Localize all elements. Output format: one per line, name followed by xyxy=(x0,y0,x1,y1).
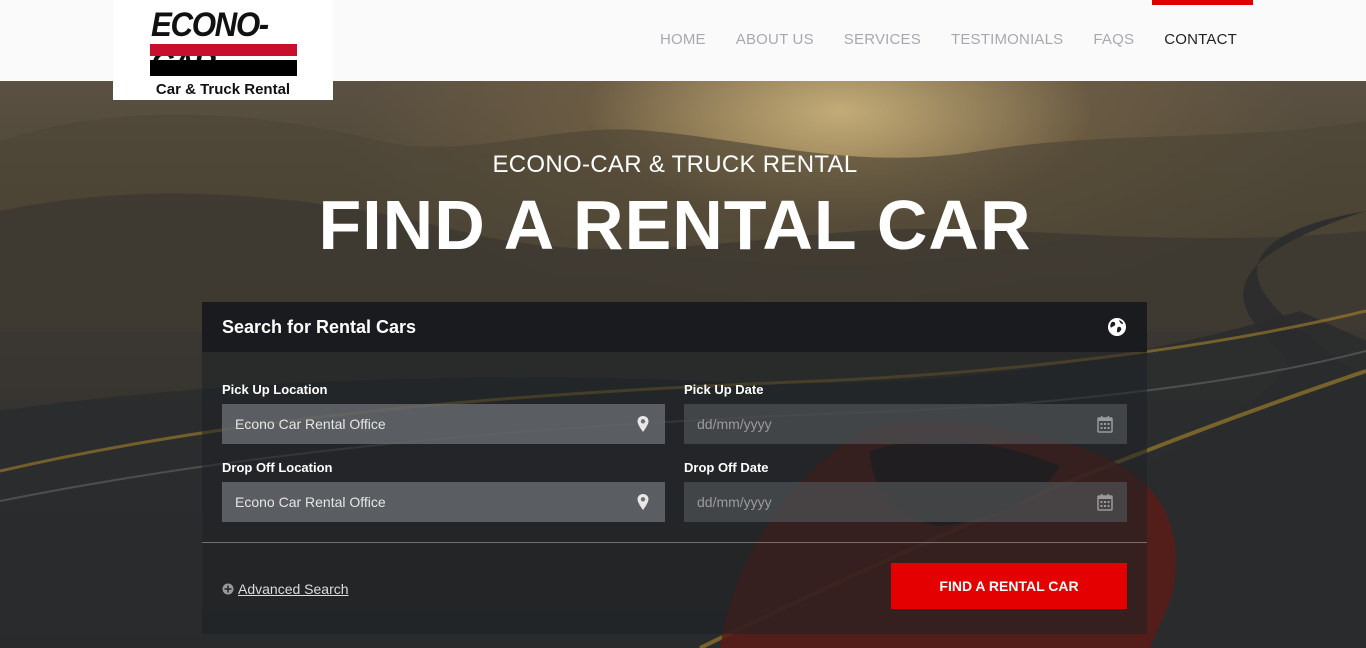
hero-title: FIND A RENTAL CAR xyxy=(318,186,1032,264)
map-pin-icon xyxy=(637,416,649,432)
logo-red-stripe xyxy=(150,44,297,56)
dropoff-date-label: Drop Off Date xyxy=(684,460,769,475)
hero-subtitle: ECONO-CAR & TRUCK RENTAL xyxy=(492,151,858,178)
globe-icon xyxy=(1108,318,1126,336)
calendar-icon xyxy=(1097,416,1113,433)
nav-services[interactable]: SERVICES xyxy=(844,31,921,48)
advanced-search-link[interactable]: Advanced Search xyxy=(222,581,349,597)
logo-black-stripe xyxy=(150,60,297,76)
nav-home[interactable]: HOME xyxy=(660,31,706,48)
site-logo[interactable]: ECONO-CAR Car & Truck Rental xyxy=(113,0,333,100)
pickup-location-input[interactable]: Econo Car Rental Office xyxy=(222,404,665,444)
nav-active-indicator xyxy=(1152,0,1253,5)
dropoff-location-label: Drop Off Location xyxy=(222,460,333,475)
map-pin-icon xyxy=(637,494,649,510)
logo-tagline: Car & Truck Rental xyxy=(155,81,291,98)
nav-about-us[interactable]: ABOUT US xyxy=(736,31,814,48)
search-panel-header: Search for Rental Cars xyxy=(202,302,1147,352)
pickup-date-placeholder: dd/mm/yyyy xyxy=(697,416,772,432)
nav-faqs[interactable]: FAQS xyxy=(1093,31,1134,48)
panel-divider xyxy=(202,542,1147,543)
dropoff-location-value: Econo Car Rental Office xyxy=(235,494,386,510)
calendar-icon xyxy=(1097,494,1113,511)
nav-contact[interactable]: CONTACT xyxy=(1164,31,1237,48)
pickup-location-label: Pick Up Location xyxy=(222,382,328,397)
hero-section: ECONO-CAR & TRUCK RENTAL FIND A RENTAL C… xyxy=(0,81,1366,648)
nav-testimonials[interactable]: TESTIMONIALS xyxy=(951,31,1063,48)
dropoff-date-placeholder: dd/mm/yyyy xyxy=(697,494,772,510)
find-rental-car-button[interactable]: FIND A RENTAL CAR xyxy=(891,563,1127,609)
dropoff-location-input[interactable]: Econo Car Rental Office xyxy=(222,482,665,522)
main-nav: HOME ABOUT US SERVICES TESTIMONIALS FAQS… xyxy=(630,31,1237,48)
pickup-date-label: Pick Up Date xyxy=(684,382,764,397)
advanced-search-label: Advanced Search xyxy=(238,581,349,597)
pickup-date-input[interactable]: dd/mm/yyyy xyxy=(684,404,1127,444)
pickup-location-value: Econo Car Rental Office xyxy=(235,416,386,432)
dropoff-date-input[interactable]: dd/mm/yyyy xyxy=(684,482,1127,522)
search-panel-title: Search for Rental Cars xyxy=(222,317,417,337)
plus-circle-icon xyxy=(222,583,234,595)
search-panel: Search for Rental Cars Pick Up Location … xyxy=(202,302,1147,634)
